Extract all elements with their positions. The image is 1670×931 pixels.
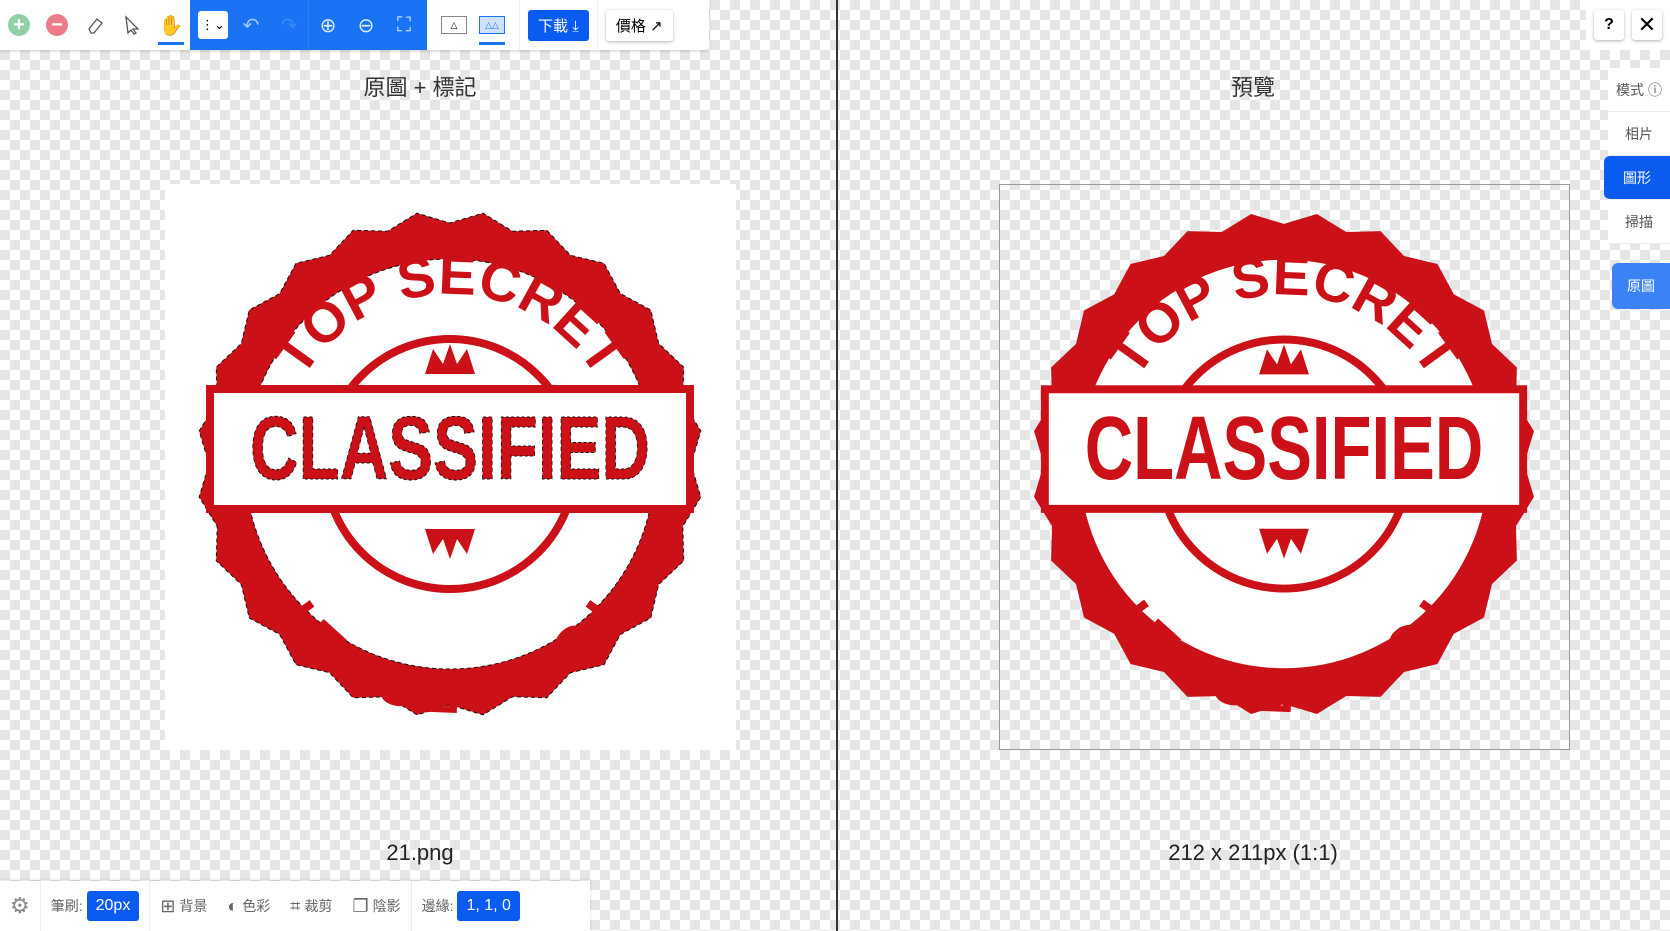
preview-image: TOP SECRET TOP SECRET CLASSIFIED — [999, 184, 1570, 750]
remove-brush-button[interactable]: − — [38, 0, 76, 50]
zoom-out-icon: ⊖ — [357, 14, 375, 37]
gear-icon: ⚙ — [10, 893, 30, 918]
plus-icon: + — [8, 14, 30, 36]
brush-label: 筆刷: — [50, 898, 83, 914]
mode-scan[interactable]: 掃描 — [1608, 200, 1670, 244]
single-view-button[interactable]: △ — [435, 0, 473, 50]
panel-divider[interactable] — [836, 0, 838, 931]
select-button[interactable] — [114, 0, 152, 50]
color-button[interactable]: ◐ 色彩 — [217, 896, 280, 917]
shadow-label: 陰影 — [372, 898, 401, 914]
background-label: 背景 — [179, 898, 208, 914]
show-original-button[interactable]: 原圖 — [1612, 263, 1670, 309]
shadow-icon: ❐ — [352, 895, 369, 916]
undo-button[interactable]: ↶ — [232, 0, 270, 50]
right-panel-title: 預覽 — [1230, 75, 1275, 100]
help-button[interactable]: ? — [1594, 10, 1624, 40]
split-view-icon: △△ — [479, 16, 505, 34]
crop-button[interactable]: ⌗ 裁剪 — [280, 896, 342, 917]
grid-icon: ⊞ — [160, 895, 176, 916]
minus-icon: − — [46, 14, 68, 36]
settings-button[interactable]: ⚙ — [0, 881, 41, 931]
download-label: 下載 — [538, 17, 569, 35]
eraser-button[interactable] — [76, 0, 114, 50]
background-button[interactable]: ⊞ 背景 — [150, 896, 217, 917]
fit-screen-icon: ⛶ — [397, 13, 411, 36]
top-right-controls: ? ✕ — [1586, 0, 1670, 50]
close-button[interactable]: ✕ — [1632, 10, 1662, 40]
close-icon: ✕ — [1637, 12, 1657, 37]
bottom-toolbar: ⚙ 筆刷: 20px ⊞ 背景 ◐ 色彩 ⌗ 裁剪 ❐ 陰影 邊緣: 1, 1, 0 — [0, 881, 590, 931]
pan-button[interactable]: ✋ — [152, 0, 190, 50]
mode-label: 模式 — [1616, 81, 1645, 98]
hand-icon: ✋ — [158, 14, 184, 37]
zoom-out-button[interactable]: ⊖ — [347, 0, 385, 50]
color-label: 色彩 — [242, 898, 271, 914]
price-button[interactable]: 價格 ↗ — [605, 9, 673, 41]
single-view-icon: △ — [441, 16, 467, 34]
view-group: ⋮⌄ ↶ ↷ ⊕ ⊖ ⛶ — [190, 0, 427, 50]
fit-button[interactable]: ⛶ — [385, 0, 423, 50]
image-dimensions: 212 x 211px (1:1) — [1168, 840, 1338, 865]
external-link-icon: ↗ — [650, 17, 663, 35]
brush-size-button[interactable]: 20px — [86, 891, 140, 921]
contrast-icon: ◐ — [227, 895, 239, 916]
undo-icon: ↶ — [242, 14, 260, 37]
download-button[interactable]: 下載 ⤓ — [528, 9, 589, 41]
download-icon: ⤓ — [572, 17, 579, 35]
mode-graphic[interactable]: 圖形 — [1604, 156, 1670, 200]
info-icon[interactable]: ⓘ — [1648, 80, 1662, 100]
mode-photo[interactable]: 相片 — [1608, 112, 1670, 156]
edge-label: 邊緣: — [421, 898, 454, 914]
mode-header: 模式 ⓘ — [1608, 68, 1670, 112]
redo-icon: ↷ — [280, 14, 298, 37]
edge-value-button[interactable]: 1, 1, 0 — [457, 891, 520, 921]
price-label: 價格 — [615, 17, 646, 35]
crop-icon: ⌗ — [290, 895, 301, 916]
crop-label: 裁剪 — [304, 898, 333, 914]
cursor-icon — [125, 15, 140, 35]
redo-button[interactable]: ↷ — [270, 0, 308, 50]
zoom-in-icon: ⊕ — [319, 14, 337, 37]
file-name: 21.png — [386, 840, 454, 865]
more-menu-button[interactable]: ⋮⌄ — [194, 0, 232, 50]
split-view-button[interactable]: △△ — [473, 0, 511, 50]
original-image[interactable]: TOP SECRET TOP SECRET CLASSIFIED — [165, 184, 736, 750]
shadow-button[interactable]: ❐ 陰影 — [342, 881, 412, 931]
zoom-in-button[interactable]: ⊕ — [309, 0, 347, 50]
add-brush-button[interactable]: + — [0, 0, 38, 50]
top-toolbar: + − ✋ ⋮⌄ ↶ ↷ ⊕ ⊖ ⛶ △ △△ 下載 ⤓ 價格 ↗ — [0, 0, 709, 50]
stamp-middle-text: CLASSIFIED — [1085, 399, 1484, 499]
eraser-icon — [88, 18, 103, 34]
mode-panel: 模式 ⓘ 相片 圖形 掃描 — [1604, 68, 1670, 244]
left-panel-title: 原圖 + 標記 — [363, 75, 477, 100]
more-chevron-icon: ⋮⌄ — [198, 11, 228, 39]
stamp-middle-text: CLASSIFIED — [250, 399, 650, 499]
